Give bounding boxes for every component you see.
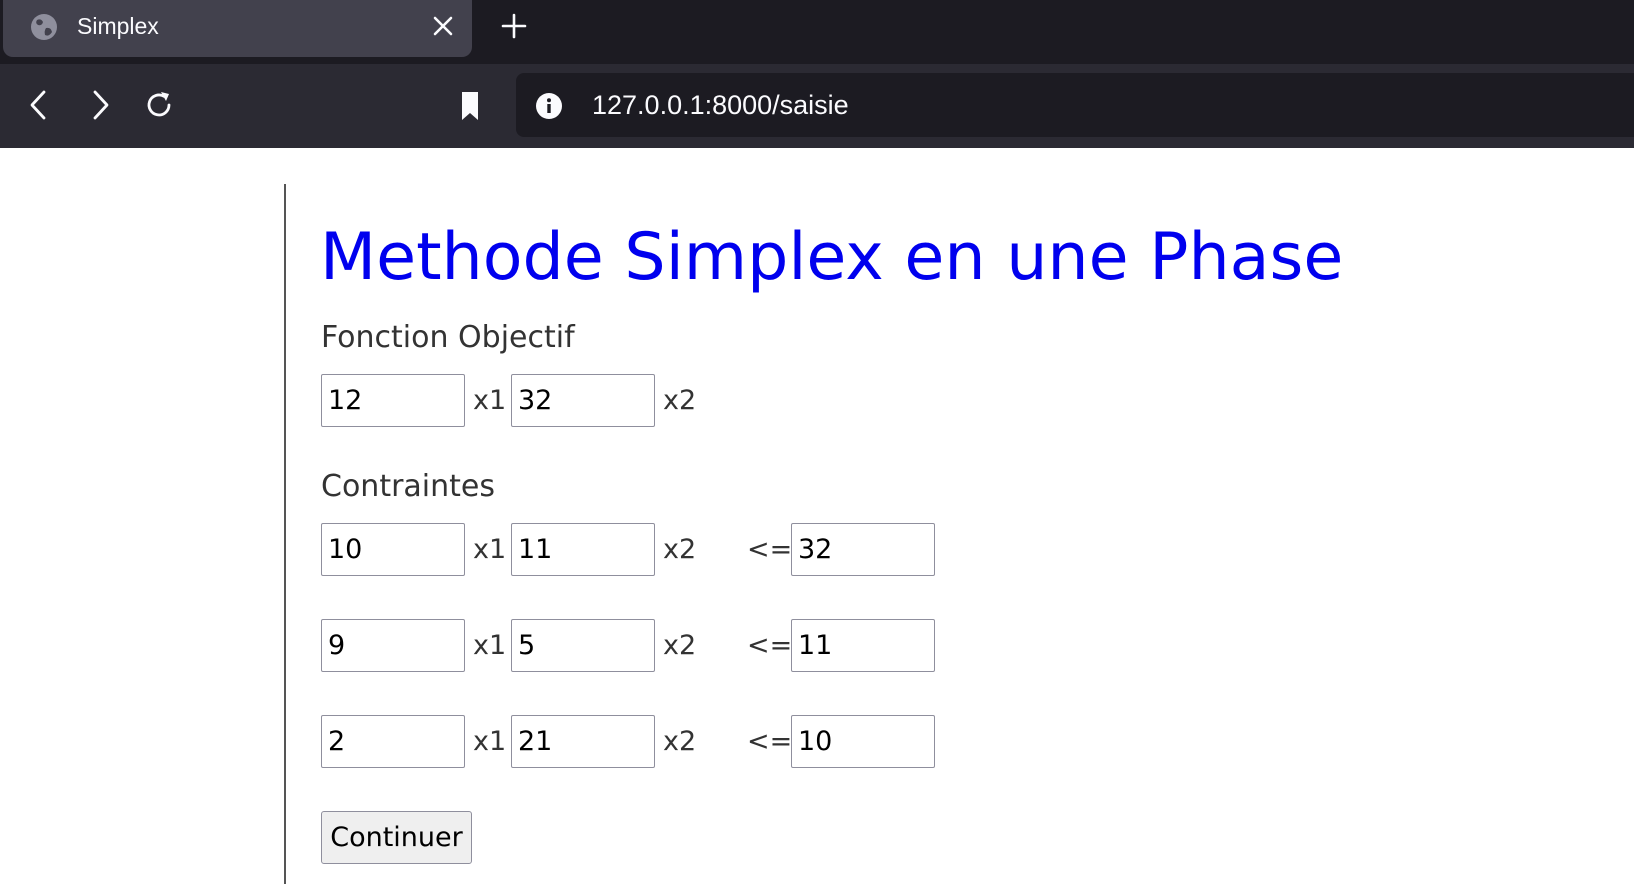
constraint-1-rhs-input[interactable] (791, 523, 935, 576)
operator-label: <= (747, 534, 793, 565)
objective-coef-x2-input[interactable] (511, 374, 655, 427)
constraint-3-coef-x2-input[interactable] (511, 715, 655, 768)
var-label-x1: x1 (473, 630, 507, 661)
var-label-x2: x2 (663, 630, 697, 661)
constraint-1-coef-x1-input[interactable] (321, 523, 465, 576)
tab-simplex[interactable]: Simplex (3, 0, 472, 57)
constraint-3-coef-x1-input[interactable] (321, 715, 465, 768)
constraint-2-rhs-input[interactable] (791, 619, 935, 672)
tab-title: Simplex (77, 13, 159, 39)
constraint-2-coef-x1-input[interactable] (321, 619, 465, 672)
constraint-3-rhs-input[interactable] (791, 715, 935, 768)
objective-coef-x1-input[interactable] (321, 374, 465, 427)
navigation-toolbar: 127.0.0.1:8000/saisie (0, 64, 1634, 148)
constraints-label: Contraintes (321, 469, 495, 504)
page-content: Methode Simplex en une Phase Fonction Ob… (0, 148, 1634, 884)
tab-strip: Simplex (0, 0, 1634, 64)
vertical-divider (284, 184, 286, 884)
url-bar[interactable]: 127.0.0.1:8000/saisie (516, 73, 1634, 137)
var-label-x2: x2 (663, 534, 697, 565)
forward-arrow-icon[interactable] (82, 88, 116, 122)
reload-icon[interactable] (142, 88, 176, 122)
var-label-x2: x2 (663, 385, 697, 416)
var-label-x1: x1 (473, 534, 507, 565)
close-icon[interactable] (431, 14, 455, 38)
continue-button[interactable]: Continuer (321, 811, 472, 864)
constraint-2-coef-x2-input[interactable] (511, 619, 655, 672)
var-label-x1: x1 (473, 726, 507, 757)
page-title: Methode Simplex en une Phase (320, 220, 1344, 295)
objective-label: Fonction Objectif (321, 320, 575, 355)
globe-icon (29, 12, 59, 42)
constraint-1-coef-x2-input[interactable] (511, 523, 655, 576)
operator-label: <= (747, 630, 793, 661)
plus-icon[interactable] (500, 12, 528, 40)
bookmark-icon[interactable] (453, 88, 487, 122)
info-icon[interactable] (535, 92, 563, 120)
var-label-x1: x1 (473, 385, 507, 416)
operator-label: <= (747, 726, 793, 757)
url-text[interactable]: 127.0.0.1:8000/saisie (592, 89, 849, 121)
back-arrow-icon[interactable] (23, 88, 57, 122)
var-label-x2: x2 (663, 726, 697, 757)
